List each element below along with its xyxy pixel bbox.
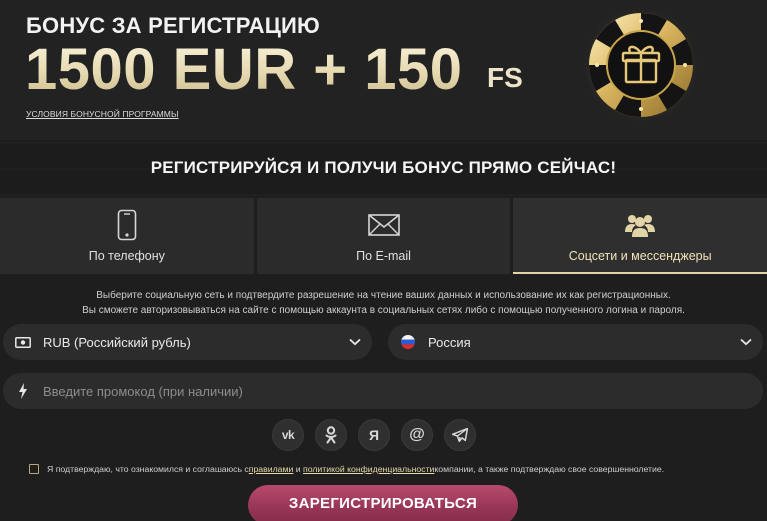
tagline-bar: РЕГИСТРИРУЙСЯ И ПОЛУЧИ БОНУС ПРЯМО СЕЙЧА…	[0, 140, 767, 196]
banknote-icon	[3, 336, 43, 348]
phone-icon	[117, 209, 137, 241]
telegram-icon	[452, 428, 468, 442]
bonus-amount: 1500 EUR + 150	[25, 37, 463, 102]
tab-social-label: Соцсети и мессенджеры	[568, 249, 712, 263]
tab-social[interactable]: Соцсети и мессенджеры	[513, 198, 767, 274]
users-icon	[623, 209, 657, 241]
promo-input[interactable]	[43, 373, 763, 409]
register-button[interactable]: ЗАРЕГИСТРИРОВАТЬСЯ	[248, 485, 518, 521]
bonus-fs-label: FS	[487, 62, 523, 93]
agreement-text-before: Я подтверждаю, что ознакомился и соглаша…	[47, 464, 249, 474]
russia-flag-icon	[388, 335, 428, 349]
vk-button[interactable]: vk	[272, 419, 304, 451]
envelope-icon	[367, 209, 400, 241]
agreement-checkbox[interactable]	[29, 464, 39, 474]
bonus-banner: БОНУС ЗА РЕГИСТРАЦИЮ 1500 EUR + 150 FS У…	[0, 0, 767, 140]
registration-method-tabs: По телефону По E-mail Соцсети и мессендж…	[0, 198, 767, 274]
rules-link[interactable]: правилами	[249, 464, 294, 474]
promo-field	[3, 373, 763, 409]
mail-button[interactable]: @	[401, 419, 433, 451]
vk-icon: vk	[281, 428, 295, 442]
tab-email[interactable]: По E-mail	[256, 198, 511, 274]
lightning-icon	[3, 383, 43, 399]
currency-value: RUB (Российский рубль)	[43, 334, 191, 350]
currency-select[interactable]: RUB (Российский рубль)	[3, 324, 372, 360]
odnoklassniki-button[interactable]	[315, 419, 347, 451]
tab-phone[interactable]: По телефону	[0, 198, 254, 274]
odnoklassniki-icon	[325, 426, 337, 444]
country-value: Россия	[428, 334, 471, 350]
gift-poker-chip-icon	[578, 2, 704, 128]
chevron-down-icon	[338, 338, 372, 346]
agreement-text-after: компании, а также подтверждаю свое совер…	[434, 464, 665, 474]
banner-title: БОНУС ЗА РЕГИСТРАЦИЮ	[26, 13, 320, 38]
social-info-text: Выберите социальную сеть и подтвердите р…	[0, 288, 767, 318]
yandex-button[interactable]: Я	[358, 419, 390, 451]
bonus-terms-link[interactable]: УСЛОВИЯ БОНУСНОЙ ПРОГРАММЫ	[26, 109, 179, 119]
telegram-button[interactable]	[444, 419, 476, 451]
agreement-text-and: и	[293, 464, 304, 474]
tab-phone-label: По телефону	[88, 249, 165, 263]
info-line-2: Вы сможете авторизовываться на сайте с п…	[82, 305, 685, 316]
yandex-icon: Я	[368, 427, 380, 443]
agreement-row: Я подтверждаю, что ознакомился и соглаша…	[29, 462, 664, 476]
country-select[interactable]: Россия	[388, 324, 763, 360]
tab-email-label: По E-mail	[356, 249, 411, 263]
social-buttons: vk Я @	[272, 419, 476, 451]
mail-icon: @	[409, 426, 425, 443]
info-line-1: Выберите социальную сеть и подтвердите р…	[96, 290, 671, 301]
chevron-down-icon	[729, 338, 763, 346]
privacy-policy-link[interactable]: политикой конфиденциальности	[303, 464, 434, 474]
tagline-text: РЕГИСТРИРУЙСЯ И ПОЛУЧИ БОНУС ПРЯМО СЕЙЧА…	[150, 158, 617, 177]
